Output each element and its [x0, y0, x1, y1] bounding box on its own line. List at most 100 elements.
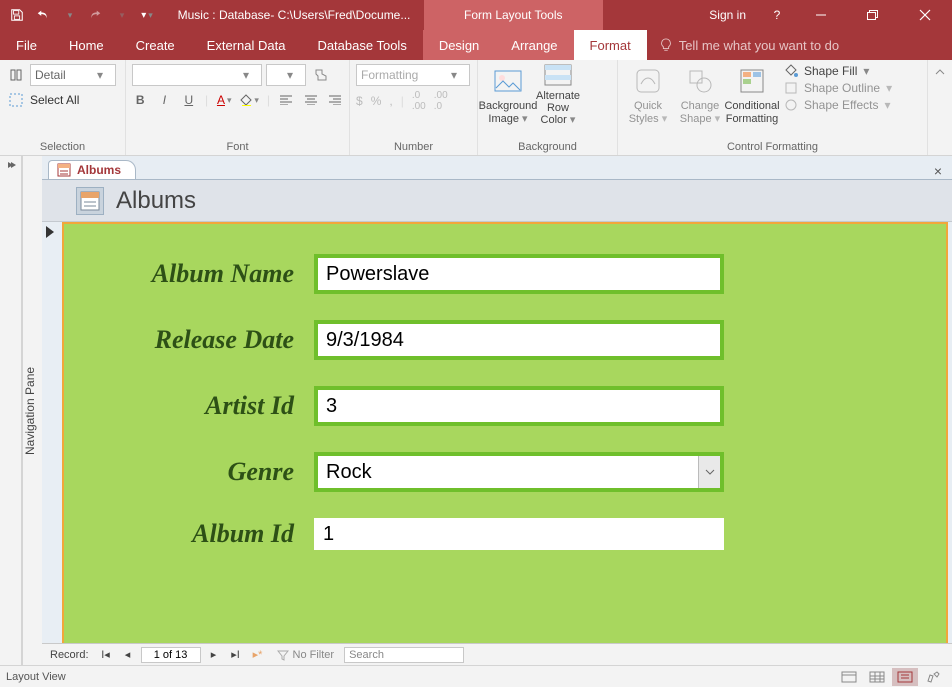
new-record-button[interactable]: ▸* [249, 646, 267, 664]
sign-in-link[interactable]: Sign in [699, 8, 756, 22]
object-selector[interactable]: Detail▾ [30, 64, 116, 86]
window-title: Music : Database- C:\Users\Fred\Docume..… [164, 8, 424, 22]
current-record-indicator-icon [46, 226, 54, 238]
decrease-decimals-icon[interactable]: .00.0 [434, 90, 448, 112]
first-record-button[interactable]: I◂ [97, 646, 115, 664]
format-painter-icon[interactable] [310, 65, 330, 85]
label-album-id[interactable]: Album Id [94, 519, 314, 549]
background-image-button[interactable]: Background Image ▾ [484, 64, 532, 126]
bold-icon[interactable]: B [132, 90, 148, 110]
align-center-icon[interactable] [302, 90, 318, 110]
align-right-icon[interactable] [327, 90, 343, 110]
label-genre[interactable]: Genre [94, 457, 314, 487]
document-tab-albums[interactable]: Albums [48, 160, 136, 179]
filter-indicator[interactable]: No Filter [271, 649, 341, 661]
change-shape-button[interactable]: Change Shape ▾ [676, 64, 724, 126]
group-label-font: Font [132, 139, 343, 153]
shape-outline-button[interactable]: Shape Outline▾ [784, 81, 900, 95]
font-color-icon[interactable]: A [216, 90, 232, 110]
form-logo-icon[interactable] [76, 187, 104, 215]
shape-fill-label: Shape Fill [804, 64, 857, 78]
object-selector-value: Detail [35, 68, 66, 82]
collapse-ribbon-button[interactable] [928, 60, 952, 155]
filter-status-label: No Filter [293, 649, 335, 661]
alternate-row-color-button[interactable]: Alternate Row Color ▾ [534, 64, 582, 126]
field-genre[interactable] [318, 456, 698, 488]
tab-file[interactable]: File [0, 30, 53, 60]
change-shape-icon [684, 65, 716, 97]
form-header: Albums [42, 180, 952, 222]
group-selection: Detail▾ Select All Selection [0, 60, 126, 155]
redo-icon[interactable] [86, 6, 104, 24]
label-release-date[interactable]: Release Date [94, 325, 314, 355]
last-record-button[interactable]: ▸I [227, 646, 245, 664]
navigation-pane-collapsed[interactable]: Navigation Pane [22, 156, 42, 665]
tell-me-search[interactable]: Tell me what you want to do [647, 30, 851, 60]
pencil-outline-icon [784, 81, 798, 95]
select-all-icon[interactable] [6, 90, 26, 110]
layout-view-button[interactable] [892, 668, 918, 686]
increase-decimals-icon[interactable]: .0.00 [412, 90, 426, 112]
minimize-button[interactable] [798, 0, 844, 30]
tab-create[interactable]: Create [120, 30, 191, 60]
field-album-name[interactable] [318, 258, 720, 290]
previous-record-button[interactable]: ◂ [119, 646, 137, 664]
undo-dropdown[interactable] [60, 6, 78, 24]
restore-button[interactable] [850, 0, 896, 30]
select-all-button[interactable]: Select All [30, 93, 79, 107]
record-search-input[interactable] [344, 647, 464, 663]
font-name-combo[interactable]: ▾ [132, 64, 262, 86]
record-selector-bar[interactable] [42, 222, 62, 643]
conditional-formatting-button[interactable]: Conditional Formatting [728, 64, 776, 126]
contextual-tab-title: Form Layout Tools [424, 0, 603, 30]
underline-icon[interactable]: U [181, 90, 197, 110]
field-artist-id[interactable] [318, 390, 720, 422]
genre-dropdown-button[interactable] [698, 456, 720, 488]
redo-dropdown[interactable] [112, 6, 130, 24]
shape-fill-button[interactable]: Shape Fill▾ [784, 64, 900, 78]
field-release-date[interactable] [318, 324, 720, 356]
number-format-combo[interactable]: Formatting▾ [356, 64, 470, 86]
comma-icon[interactable]: , [389, 94, 392, 108]
undo-icon[interactable] [34, 6, 52, 24]
customize-qat[interactable]: ▾ [138, 6, 156, 24]
align-left-icon[interactable] [278, 90, 294, 110]
document-tab-label: Albums [77, 163, 121, 177]
form-view-button[interactable] [836, 668, 862, 686]
image-icon [492, 65, 524, 97]
tab-database-tools[interactable]: Database Tools [301, 30, 422, 60]
tab-external-data[interactable]: External Data [191, 30, 302, 60]
record-position-input[interactable] [141, 647, 201, 663]
quick-styles-label: Quick Styles [629, 100, 662, 124]
form-detail-section[interactable]: Album Name Release Date Artist Id Genre [62, 222, 948, 643]
font-size-combo[interactable]: ▾ [266, 64, 306, 86]
tab-design[interactable]: Design [423, 30, 495, 60]
percent-icon[interactable]: % [371, 94, 382, 108]
document-tabs: Albums × [42, 156, 952, 180]
next-record-button[interactable]: ▸ [205, 646, 223, 664]
help-icon[interactable]: ? [762, 0, 792, 30]
quick-styles-button[interactable]: Quick Styles ▾ [624, 64, 672, 126]
navpane-expand-button[interactable] [0, 156, 22, 665]
label-album-name[interactable]: Album Name [94, 259, 314, 289]
field-album-id[interactable] [314, 518, 724, 550]
select-object-icon[interactable] [6, 65, 26, 85]
currency-icon[interactable]: $ [356, 94, 363, 108]
form-title[interactable]: Albums [116, 187, 196, 215]
label-artist-id[interactable]: Artist Id [94, 391, 314, 421]
italic-icon[interactable]: I [156, 90, 172, 110]
design-view-button[interactable] [920, 668, 946, 686]
tab-arrange[interactable]: Arrange [495, 30, 573, 60]
datasheet-view-button[interactable] [864, 668, 890, 686]
close-tab-button[interactable]: × [924, 163, 952, 179]
tab-format[interactable]: Format [574, 30, 647, 60]
tell-me-placeholder: Tell me what you want to do [679, 38, 839, 53]
ribbon-tabs: File Home Create External Data Database … [0, 30, 952, 60]
close-button[interactable] [902, 0, 948, 30]
number-format-value: Formatting [361, 68, 418, 82]
form-layout-canvas: Albums Album Name Release Date Artist Id [42, 180, 952, 643]
fill-color-icon[interactable] [240, 90, 259, 110]
shape-effects-button[interactable]: Shape Effects▾ [784, 98, 900, 112]
save-icon[interactable] [8, 6, 26, 24]
tab-home[interactable]: Home [53, 30, 120, 60]
